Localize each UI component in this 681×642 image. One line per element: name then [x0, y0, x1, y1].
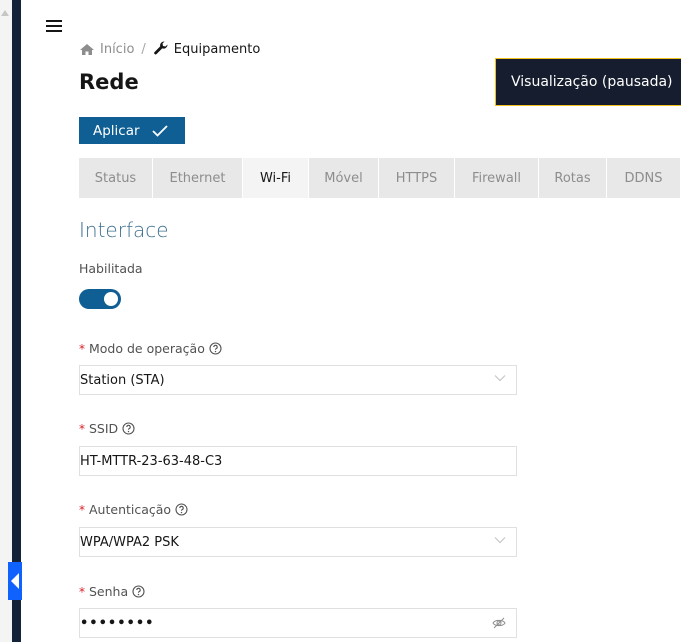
breadcrumb-current: Equipamento: [153, 41, 261, 57]
tab-rotas[interactable]: Rotas: [539, 158, 607, 198]
section-title: Interface: [79, 218, 169, 242]
scroll-gutter: [0, 0, 12, 642]
help-circle-icon[interactable]: [175, 503, 188, 516]
hamburger-icon[interactable]: [46, 20, 62, 34]
checkmark-icon: [151, 124, 168, 137]
ssid-label: * SSID: [79, 421, 135, 436]
breadcrumb-separator: /: [141, 41, 146, 57]
required-mark: *: [79, 502, 85, 517]
tab-ddns[interactable]: DDNS: [607, 158, 681, 198]
help-circle-icon[interactable]: [122, 422, 135, 435]
password-label-text: Senha: [89, 584, 129, 599]
tab-wifi[interactable]: Wi-Fi: [243, 158, 309, 198]
scroll-up-icon[interactable]: [1, 10, 9, 16]
authentication-value: WPA/WPA2 PSK: [80, 534, 179, 550]
help-circle-icon[interactable]: [132, 585, 145, 598]
password-input[interactable]: ••••••••: [79, 608, 517, 638]
breadcrumb-home-link[interactable]: Início: [79, 42, 134, 57]
sidebar-collapse-button[interactable]: [8, 562, 22, 600]
tab-status[interactable]: Status: [79, 158, 153, 198]
breadcrumb: Início / Equipamento: [79, 41, 260, 57]
operation-mode-label: * Modo de operação: [79, 341, 222, 356]
preview-status-tag: Visualização (pausada): [495, 58, 681, 106]
ssid-label-text: SSID: [89, 421, 119, 436]
ssid-value: HT-MTTR-23-63-48-C3: [80, 453, 223, 469]
operation-mode-value: Station (STA): [80, 372, 165, 388]
home-icon: [79, 43, 95, 56]
enabled-label: Habilitada: [79, 261, 143, 276]
required-mark: *: [79, 421, 85, 436]
toggle-knob: [104, 292, 118, 306]
tab-firewall[interactable]: Firewall: [455, 158, 539, 198]
help-circle-icon[interactable]: [209, 342, 222, 355]
apply-button[interactable]: Aplicar: [79, 117, 185, 144]
enabled-toggle[interactable]: [79, 289, 121, 309]
breadcrumb-home-label: Início: [100, 41, 135, 57]
operation-mode-label-text: Modo de operação: [89, 341, 205, 356]
sidebar: [12, 0, 21, 642]
tab-ethernet[interactable]: Ethernet: [153, 158, 243, 198]
required-mark: *: [79, 584, 85, 599]
chevron-down-icon: [494, 374, 506, 382]
tab-https[interactable]: HTTPS: [379, 158, 455, 198]
tab-movel[interactable]: Móvel: [309, 158, 379, 198]
authentication-label: * Autenticação: [79, 502, 188, 517]
chevron-left-icon: [11, 573, 19, 589]
wrench-icon: [153, 41, 169, 57]
eye-off-icon[interactable]: [492, 616, 506, 630]
tab-bar: Status Ethernet Wi-Fi Móvel HTTPS Firewa…: [79, 158, 681, 198]
breadcrumb-current-label: Equipamento: [173, 41, 261, 57]
authentication-label-text: Autenticação: [89, 502, 172, 517]
chevron-down-icon: [494, 536, 506, 544]
ssid-input[interactable]: HT-MTTR-23-63-48-C3: [79, 446, 517, 476]
apply-button-label: Aplicar: [93, 122, 140, 139]
password-value: ••••••••: [80, 615, 155, 631]
password-label: * Senha: [79, 584, 145, 599]
page-title: Rede: [79, 70, 139, 94]
authentication-select[interactable]: WPA/WPA2 PSK: [79, 527, 517, 557]
required-mark: *: [79, 341, 85, 356]
operation-mode-select[interactable]: Station (STA): [79, 365, 517, 395]
